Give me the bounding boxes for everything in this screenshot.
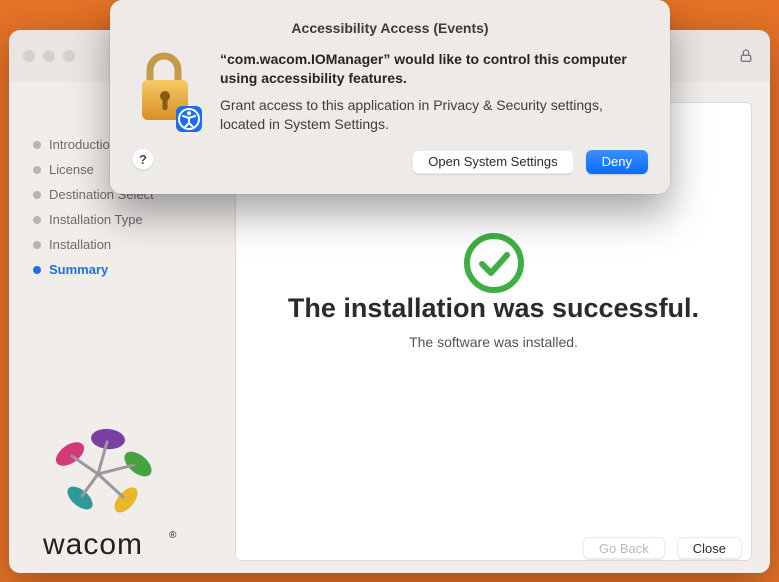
step-label: Installation Type: [49, 212, 143, 227]
brand-name: wacom: [42, 528, 143, 561]
success-title: The installation was successful.: [288, 293, 699, 324]
bullet-icon: [33, 216, 41, 224]
dialog-description: Grant access to this application in Priv…: [220, 96, 648, 134]
footer-buttons: Go Back Close: [583, 537, 742, 559]
deny-button[interactable]: Deny: [586, 150, 648, 174]
step-label: License: [49, 162, 94, 177]
wacom-logo-icon: wacom ®: [33, 424, 203, 564]
brand-mark: ®: [169, 530, 177, 541]
help-button[interactable]: ?: [132, 148, 154, 170]
step-label: Introduction: [49, 137, 117, 152]
step-installation: Installation: [33, 232, 235, 257]
dialog-heading: “com.wacom.IOManager” would like to cont…: [220, 50, 648, 88]
step-label: Summary: [49, 262, 108, 277]
traffic-lights: [23, 50, 75, 62]
close-window-button[interactable]: [23, 50, 35, 62]
go-back-button: Go Back: [583, 537, 665, 559]
lock-icon: [738, 48, 754, 64]
brand-logo: wacom ®: [33, 424, 235, 573]
zoom-window-button[interactable]: [63, 50, 75, 62]
bullet-icon: [33, 141, 41, 149]
dialog-buttons: Open System Settings Deny: [220, 150, 648, 174]
step-summary: Summary: [33, 257, 235, 282]
open-system-settings-button[interactable]: Open System Settings: [412, 150, 573, 174]
bullet-icon: [33, 266, 41, 274]
dialog-title: Accessibility Access (Events): [132, 20, 648, 36]
step-label: Installation: [49, 237, 111, 252]
success-subtitle: The software was installed.: [409, 334, 578, 350]
lock-with-accessibility-badge-icon: [132, 50, 202, 134]
bullet-icon: [33, 241, 41, 249]
step-installation-type: Installation Type: [33, 207, 235, 232]
bullet-icon: [33, 166, 41, 174]
bullet-icon: [33, 191, 41, 199]
success-check-icon: [464, 233, 524, 293]
minimize-window-button[interactable]: [43, 50, 55, 62]
accessibility-access-dialog: Accessibility Access (Events): [110, 0, 670, 194]
close-button[interactable]: Close: [677, 537, 742, 559]
